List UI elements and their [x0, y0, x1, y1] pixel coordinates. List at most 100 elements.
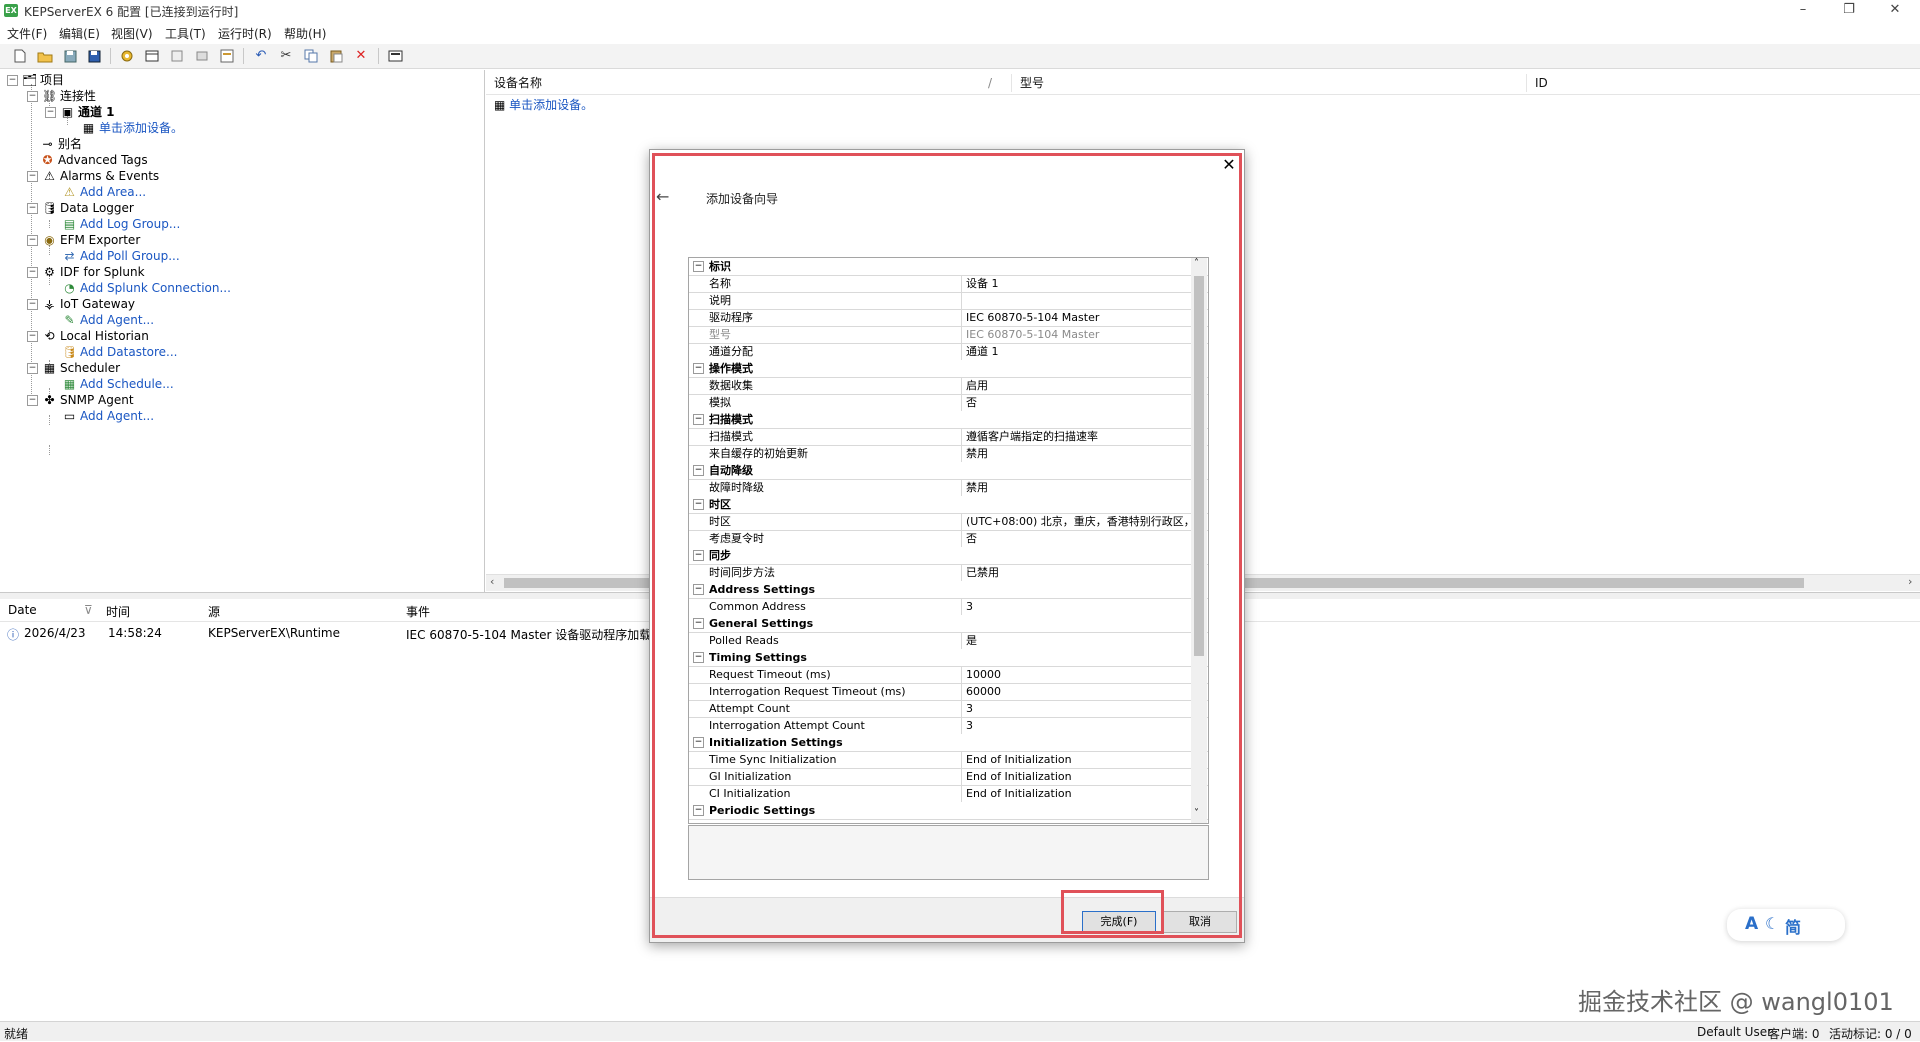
tree-iot-gateway[interactable]: − ⚶ IoT Gateway [27, 296, 135, 312]
collapse-icon[interactable]: − [693, 584, 704, 595]
property-value[interactable]: 60000 [961, 683, 1206, 700]
property-row[interactable]: Interrogation Attempt Count 3 [689, 717, 1208, 735]
property-value[interactable]: End of Initialization [961, 751, 1206, 768]
property-row[interactable]: 考虑夏令时 否 [689, 530, 1208, 548]
collapse-icon[interactable]: − [27, 331, 38, 342]
property-row[interactable]: Interrogation Request Timeout (ms) 60000 [689, 683, 1208, 701]
property-value[interactable]: 3 [961, 700, 1206, 717]
collapse-icon[interactable]: − [693, 465, 704, 476]
close-window-button[interactable]: ✕ [1872, 0, 1918, 22]
collapse-icon[interactable]: − [27, 235, 38, 246]
scroll-up-icon[interactable]: ˄ [1194, 258, 1199, 269]
tree-root[interactable]: − 🗂 项目 [7, 72, 64, 88]
property-category[interactable]: − 同步 [689, 547, 1208, 565]
tree-add-poll-group[interactable]: ⇄ Add Poll Group... [62, 248, 179, 264]
property-category[interactable]: − Address Settings [689, 581, 1208, 599]
undo-icon[interactable]: ↶ [252, 47, 270, 65]
scroll-down-icon[interactable]: ˅ [1194, 808, 1199, 819]
property-value[interactable]: End of Initialization [961, 768, 1206, 785]
property-value[interactable]: 否 [961, 394, 1206, 411]
property-row[interactable]: 说明 [689, 292, 1208, 310]
collapse-icon[interactable]: − [693, 805, 704, 816]
tree-add-area[interactable]: ⚠ Add Area... [62, 184, 146, 200]
save-icon[interactable] [61, 47, 79, 65]
new-tag-icon[interactable] [193, 47, 211, 65]
cut-icon[interactable]: ✂ [277, 47, 295, 65]
collapse-icon[interactable]: − [693, 652, 704, 663]
property-row[interactable]: 名称 设备 1 [689, 275, 1208, 293]
property-category[interactable]: − 扫描模式 [689, 411, 1208, 429]
menu-file[interactable]: 文件(F) [7, 25, 47, 42]
column-date[interactable]: Date [8, 603, 37, 617]
menu-help[interactable]: 帮助(H) [284, 25, 326, 42]
column-model[interactable]: 型号 [1011, 74, 1044, 92]
property-value[interactable]: 禁用 [961, 479, 1206, 496]
property-value[interactable]: 禁用 [961, 445, 1206, 462]
delete-icon[interactable]: ✕ [352, 47, 370, 65]
property-category[interactable]: − Periodic Settings [689, 802, 1208, 820]
new-device-icon[interactable] [143, 47, 161, 65]
property-row[interactable]: CI Initialization End of Initialization [689, 785, 1208, 803]
property-row[interactable]: 时区 (UTC+08:00) 北京，重庆，香港特别行政区，乌鲁木齐 [689, 513, 1208, 531]
property-row[interactable]: 驱动程序 IEC 60870-5-104 Master [689, 309, 1208, 327]
tree-advanced-tags[interactable]: ✪ Advanced Tags [40, 152, 147, 168]
collapse-icon[interactable]: − [693, 414, 704, 425]
collapse-icon[interactable]: − [693, 363, 704, 374]
scroll-left-icon[interactable]: ‹ [490, 575, 494, 588]
copy-icon[interactable] [302, 47, 320, 65]
collapse-icon[interactable]: − [27, 171, 38, 182]
property-value[interactable]: 遵循客户端指定的扫描速率 [961, 428, 1206, 445]
tree-add-schedule[interactable]: ▦ Add Schedule... [62, 376, 174, 392]
restore-button[interactable]: ❐ [1826, 0, 1872, 22]
property-value[interactable]: 是 [961, 632, 1206, 649]
property-value[interactable]: IEC 60870-5-104 Master [961, 309, 1206, 326]
new-channel-icon[interactable] [118, 47, 136, 65]
property-row[interactable]: 来自缓存的初始更新 禁用 [689, 445, 1208, 463]
column-time[interactable]: 时间 [106, 603, 130, 620]
tree-add-log-group[interactable]: ▤ Add Log Group... [62, 216, 180, 232]
quick-client-icon[interactable] [386, 47, 404, 65]
property-category[interactable]: − General Settings [689, 615, 1208, 633]
property-value[interactable]: 通道 1 [961, 343, 1206, 360]
collapse-icon[interactable]: − [693, 499, 704, 510]
property-category[interactable]: − Initialization Settings [689, 734, 1208, 752]
new-tag-group-icon[interactable] [168, 47, 186, 65]
property-row[interactable]: Attempt Count 3 [689, 700, 1208, 718]
property-row[interactable]: 数据收集 启用 [689, 377, 1208, 395]
collapse-icon[interactable]: − [693, 737, 704, 748]
add-device-link[interactable]: 单击添加设备。 [509, 98, 593, 112]
property-value[interactable]: (UTC+08:00) 北京，重庆，香港特别行政区，乌鲁木齐 [961, 513, 1206, 530]
menu-view[interactable]: 视图(V) [111, 25, 153, 42]
tree-local-historian[interactable]: − ⟲ Local Historian [27, 328, 149, 344]
add-device-row[interactable]: ▦ 单击添加设备。 [494, 96, 593, 113]
column-id[interactable]: ID [1526, 74, 1548, 92]
cancel-button[interactable]: 取消 [1163, 911, 1237, 933]
tree-alarms-events[interactable]: − ⚠ Alarms & Events [27, 168, 159, 184]
property-value[interactable]: IEC 60870-5-104 Master [961, 326, 1206, 343]
property-row[interactable]: 扫描模式 遵循客户端指定的扫描速率 [689, 428, 1208, 446]
tree-snmp-agent[interactable]: − ✤ SNMP Agent [27, 392, 134, 408]
tree-efm-exporter[interactable]: − ◉ EFM Exporter [27, 232, 140, 248]
property-row[interactable]: 模拟 否 [689, 394, 1208, 412]
property-row[interactable]: 通道分配 通道 1 [689, 343, 1208, 361]
property-category[interactable]: − Timing Settings [689, 649, 1208, 667]
property-row[interactable]: 故障时降级 禁用 [689, 479, 1208, 497]
scroll-thumb[interactable] [1194, 276, 1204, 656]
collapse-icon[interactable]: − [45, 107, 56, 118]
property-row[interactable]: 型号 IEC 60870-5-104 Master [689, 326, 1208, 344]
vertical-scrollbar[interactable]: ˄ ˅ [1191, 258, 1207, 823]
collapse-icon[interactable]: − [7, 75, 18, 86]
property-value[interactable]: 已禁用 [961, 564, 1206, 581]
property-row[interactable]: Polled Reads 是 [689, 632, 1208, 650]
tree-connectivity[interactable]: − ⛓ 连接性 [27, 88, 96, 104]
menu-tools[interactable]: 工具(T) [165, 25, 206, 42]
property-row[interactable]: Request Timeout (ms) 10000 [689, 666, 1208, 684]
property-value[interactable]: 3 [961, 598, 1206, 615]
collapse-icon[interactable]: − [27, 267, 38, 278]
tree-add-datastore[interactable]: 🛢 Add Datastore... [62, 344, 178, 360]
collapse-icon[interactable]: − [693, 550, 704, 561]
collapse-icon[interactable]: − [27, 91, 38, 102]
property-value[interactable]: 3 [961, 717, 1206, 734]
collapse-icon[interactable]: − [27, 395, 38, 406]
tree-add-iot-agent[interactable]: ✎ Add Agent... [62, 312, 154, 328]
